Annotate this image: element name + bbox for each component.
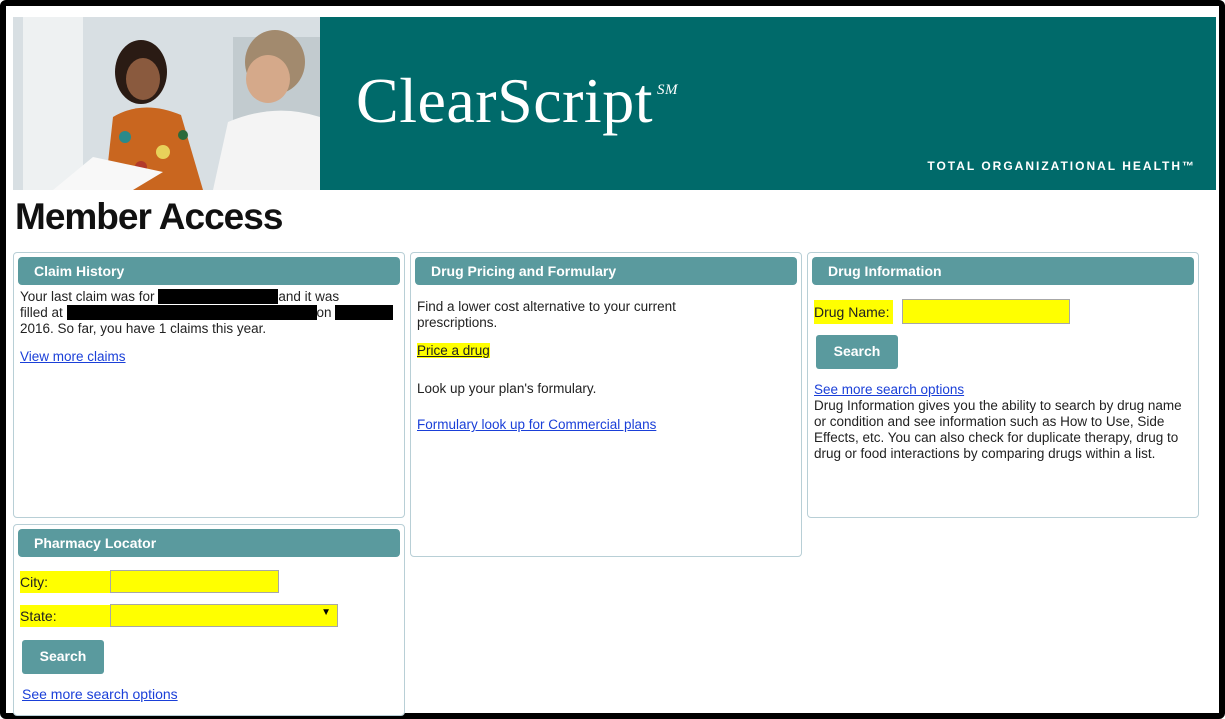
claim-text: Your last claim was for bbox=[20, 289, 155, 304]
formulary-text: Look up your plan's formulary. bbox=[417, 381, 597, 396]
drug-information-panel: Drug Information Drug Name: Search See m… bbox=[807, 252, 1199, 518]
tagline: TOTAL ORGANIZATIONAL HEALTH™ bbox=[927, 159, 1196, 173]
claim-line-1: Your last claim was for and it was bbox=[20, 289, 398, 305]
drug-search-button[interactable]: Search bbox=[816, 335, 898, 369]
pharmacy-search-button[interactable]: Search bbox=[22, 640, 104, 674]
pharmacy-locator-heading: Pharmacy Locator bbox=[18, 529, 400, 557]
claim-text: filled at bbox=[20, 305, 63, 320]
claim-history-panel: Claim History Your last claim was for an… bbox=[13, 252, 405, 518]
pharmacy-locator-panel: Pharmacy Locator City: State: ▼ Search S… bbox=[13, 524, 405, 716]
claim-history-body: Your last claim was for and it was fille… bbox=[20, 289, 398, 365]
brand-name: ClearScript bbox=[356, 65, 653, 136]
drug-information-description: Drug Information gives you the ability t… bbox=[814, 398, 1182, 461]
redacted-pharmacy bbox=[66, 305, 317, 320]
city-label: City: bbox=[20, 571, 116, 593]
site-banner: ClearScript SM TOTAL ORGANIZATIONAL HEALT… bbox=[13, 17, 1216, 190]
redacted-drug bbox=[158, 289, 279, 304]
drug-pricing-intro: Find a lower cost alternative to your cu… bbox=[417, 299, 676, 330]
page-title: Member Access bbox=[15, 196, 283, 237]
state-label: State: bbox=[20, 605, 120, 627]
drug-pricing-heading: Drug Pricing and Formulary bbox=[415, 257, 797, 285]
banner-photo bbox=[13, 17, 320, 190]
state-select[interactable]: ▼ bbox=[110, 604, 338, 627]
claim-history-heading: Claim History bbox=[18, 257, 400, 285]
brand-logo: ClearScript SM bbox=[356, 69, 678, 133]
drug-information-body: See more search options Drug Information… bbox=[814, 382, 1192, 462]
pharmacy-more-search-options-link[interactable]: See more search options bbox=[22, 686, 178, 702]
formulary-lookup-link[interactable]: Formulary look up for Commercial plans bbox=[417, 417, 656, 432]
drug-name-input[interactable] bbox=[902, 299, 1070, 324]
city-input[interactable] bbox=[110, 570, 279, 593]
redacted-date bbox=[335, 305, 394, 320]
drug-information-heading: Drug Information bbox=[812, 257, 1194, 285]
view-more-claims-link[interactable]: View more claims bbox=[20, 349, 126, 364]
drug-name-label: Drug Name: bbox=[814, 300, 894, 324]
drug-pricing-body: Find a lower cost alternative to your cu… bbox=[417, 299, 741, 433]
claim-text: and it was bbox=[278, 289, 340, 304]
price-a-drug-link[interactable]: Price a drug bbox=[417, 343, 490, 358]
claim-line-2: filled at on bbox=[20, 305, 398, 321]
drug-more-search-options-link[interactable]: See more search options bbox=[814, 382, 964, 397]
drug-pricing-panel: Drug Pricing and Formulary Find a lower … bbox=[410, 252, 802, 557]
brand-service-mark: SM bbox=[656, 82, 678, 98]
claim-line-3: 2016. So far, you have 1 claims this yea… bbox=[20, 321, 267, 336]
claim-text: on bbox=[316, 305, 332, 320]
chevron-down-icon: ▼ bbox=[321, 607, 331, 618]
